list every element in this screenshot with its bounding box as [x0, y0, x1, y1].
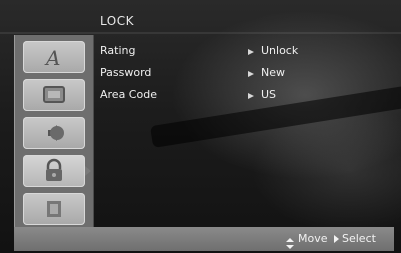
option-password-label[interactable]: Password [100, 66, 151, 79]
up-down-icon [286, 234, 294, 253]
sidebar-item-language[interactable]: A [23, 41, 85, 73]
sidebar-item-others[interactable] [23, 193, 85, 225]
option-rating-value[interactable]: Unlock [261, 44, 298, 57]
option-area-code-value[interactable]: US [261, 88, 276, 101]
right-arrow-icon [248, 93, 254, 99]
others-icon [40, 197, 68, 221]
sidebar-item-audio[interactable] [23, 117, 85, 149]
menu-title: LOCK [100, 14, 134, 28]
sidebar-item-lock[interactable] [23, 155, 91, 187]
display-icon [40, 84, 68, 106]
right-arrow-icon [248, 71, 254, 77]
active-arrow-icon [85, 166, 91, 176]
title-divider [0, 32, 401, 34]
footer-bar: Move Select [14, 227, 394, 251]
option-rating-label[interactable]: Rating [100, 44, 135, 57]
sidebar: A [14, 35, 94, 227]
lock-icon [40, 158, 68, 184]
move-hint: Move [298, 232, 328, 245]
svg-text:A: A [44, 46, 60, 69]
select-hint: Select [342, 232, 376, 245]
select-arrow-icon [334, 235, 339, 243]
audio-icon [40, 121, 68, 145]
language-icon: A [40, 45, 68, 69]
option-area-code-label[interactable]: Area Code [100, 88, 157, 101]
sidebar-item-display[interactable] [23, 79, 85, 111]
right-arrow-icon [248, 49, 254, 55]
option-password-value[interactable]: New [261, 66, 285, 79]
